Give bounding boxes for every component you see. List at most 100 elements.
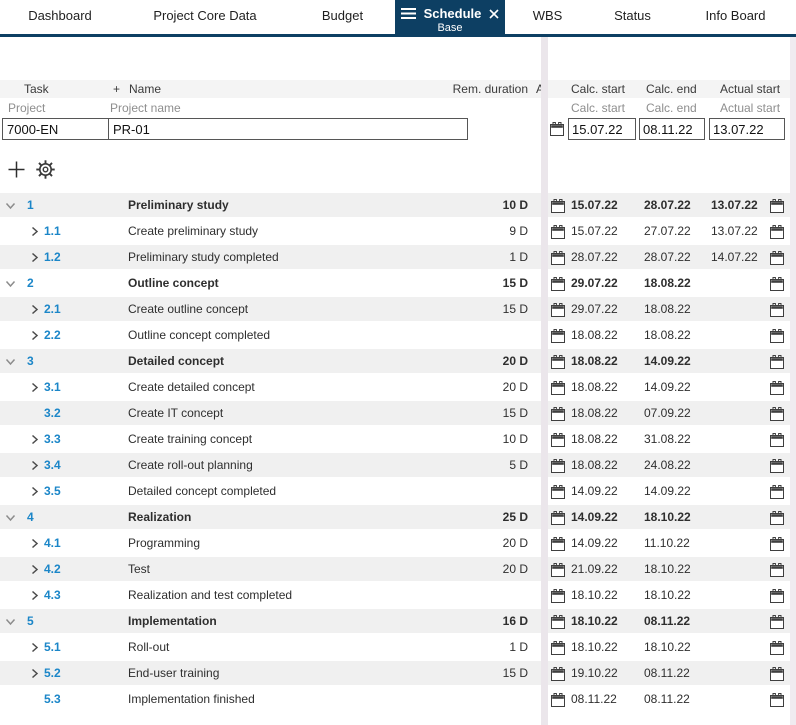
date-row[interactable]: 15.07.22 27.07.22 13.07.22 bbox=[548, 219, 790, 245]
project-calc-end-field[interactable] bbox=[639, 118, 705, 140]
task-row[interactable]: 5.3 Implementation finished bbox=[0, 687, 541, 713]
chevron-down-icon[interactable] bbox=[5, 618, 16, 626]
calendar-icon[interactable] bbox=[770, 563, 784, 577]
task-row[interactable]: 2 Outline concept 15 D bbox=[0, 271, 541, 297]
chevron-down-icon[interactable] bbox=[5, 514, 16, 522]
date-row[interactable]: 28.07.22 28.07.22 14.07.22 bbox=[548, 245, 790, 271]
chevron-right-icon[interactable] bbox=[31, 382, 39, 393]
chevron-right-icon[interactable] bbox=[31, 434, 39, 445]
calendar-icon[interactable] bbox=[551, 225, 565, 239]
tab-project-core-data[interactable]: Project Core Data bbox=[120, 0, 290, 34]
calendar-icon[interactable] bbox=[551, 459, 565, 473]
project-calc-start-field[interactable] bbox=[568, 118, 636, 140]
date-row[interactable]: 14.09.22 11.10.22 bbox=[548, 531, 790, 557]
task-row[interactable]: 1 Preliminary study 10 D bbox=[0, 193, 541, 219]
date-row[interactable]: 29.07.22 18.08.22 bbox=[548, 271, 790, 297]
date-row[interactable]: 18.08.22 24.08.22 bbox=[548, 453, 790, 479]
chevron-right-icon[interactable] bbox=[31, 668, 39, 679]
date-row[interactable]: 14.09.22 18.10.22 bbox=[548, 505, 790, 531]
project-id-field[interactable] bbox=[3, 119, 109, 139]
tab-wbs[interactable]: WBS bbox=[505, 0, 590, 34]
calendar-icon[interactable] bbox=[770, 355, 784, 369]
chevron-right-icon[interactable] bbox=[31, 460, 39, 471]
calendar-icon[interactable] bbox=[770, 407, 784, 421]
calendar-icon[interactable] bbox=[551, 615, 565, 629]
calendar-icon[interactable] bbox=[770, 225, 784, 239]
date-row[interactable]: 18.08.22 14.09.22 bbox=[548, 375, 790, 401]
calendar-icon[interactable] bbox=[551, 381, 565, 395]
task-row[interactable]: 2.2 Outline concept completed bbox=[0, 323, 541, 349]
date-row[interactable]: 14.09.22 14.09.22 bbox=[548, 479, 790, 505]
task-row[interactable]: 4.3 Realization and test completed bbox=[0, 583, 541, 609]
column-header-name[interactable]: Name bbox=[129, 80, 161, 98]
task-row[interactable]: 5 Implementation 16 D bbox=[0, 609, 541, 635]
task-row[interactable]: 3.3 Create training concept 10 D bbox=[0, 427, 541, 453]
task-row[interactable]: 5.1 Roll-out 1 D bbox=[0, 635, 541, 661]
calendar-icon[interactable] bbox=[551, 199, 565, 213]
calendar-icon[interactable] bbox=[551, 329, 565, 343]
date-row[interactable]: 18.08.22 18.08.22 bbox=[548, 323, 790, 349]
calendar-icon[interactable] bbox=[551, 537, 565, 551]
calendar-icon[interactable] bbox=[770, 329, 784, 343]
calendar-icon[interactable] bbox=[770, 589, 784, 603]
task-row[interactable]: 1.2 Preliminary study completed 1 D bbox=[0, 245, 541, 271]
chevron-right-icon[interactable] bbox=[31, 226, 39, 237]
task-row[interactable]: 3.2 Create IT concept 15 D bbox=[0, 401, 541, 427]
date-row[interactable]: 18.10.22 08.11.22 bbox=[548, 609, 790, 635]
chevron-right-icon[interactable] bbox=[31, 304, 39, 315]
calendar-icon[interactable] bbox=[551, 251, 565, 265]
tab-dashboard[interactable]: Dashboard bbox=[0, 0, 120, 34]
tab-schedule[interactable]: Schedule Base bbox=[395, 0, 505, 34]
task-row[interactable]: 3.1 Create detailed concept 20 D bbox=[0, 375, 541, 401]
menu-icon[interactable] bbox=[400, 8, 416, 19]
close-tab-icon[interactable] bbox=[489, 8, 499, 19]
calendar-icon[interactable] bbox=[551, 407, 565, 421]
calendar-icon[interactable] bbox=[551, 641, 565, 655]
calendar-icon[interactable] bbox=[770, 251, 784, 265]
date-row[interactable]: 08.11.22 08.11.22 bbox=[548, 687, 790, 713]
column-header-task[interactable]: Task bbox=[24, 80, 49, 98]
date-row[interactable]: 18.08.22 31.08.22 bbox=[548, 427, 790, 453]
chevron-down-icon[interactable] bbox=[5, 280, 16, 288]
date-row[interactable]: 18.08.22 07.09.22 bbox=[548, 401, 790, 427]
date-row[interactable]: 15.07.22 28.07.22 13.07.22 bbox=[548, 193, 790, 219]
calendar-icon[interactable] bbox=[770, 303, 784, 317]
task-row[interactable]: 3 Detailed concept 20 D bbox=[0, 349, 541, 375]
calendar-icon[interactable] bbox=[770, 511, 784, 525]
task-row[interactable]: 2.1 Create outline concept 15 D bbox=[0, 297, 541, 323]
calendar-icon[interactable] bbox=[551, 433, 565, 447]
calendar-icon[interactable] bbox=[551, 485, 565, 499]
chevron-right-icon[interactable] bbox=[31, 330, 39, 341]
calendar-icon[interactable] bbox=[551, 589, 565, 603]
task-row[interactable]: 5.2 End-user training 15 D bbox=[0, 661, 541, 687]
task-row[interactable]: 4.2 Test 20 D bbox=[0, 557, 541, 583]
task-row[interactable]: 4.1 Programming 20 D bbox=[0, 531, 541, 557]
settings-gear-button[interactable] bbox=[36, 160, 55, 179]
task-row[interactable]: 4 Realization 25 D bbox=[0, 505, 541, 531]
date-row[interactable]: 18.08.22 14.09.22 bbox=[548, 349, 790, 375]
calendar-icon[interactable] bbox=[770, 537, 784, 551]
calendar-icon[interactable] bbox=[551, 303, 565, 317]
calendar-icon[interactable] bbox=[770, 485, 784, 499]
date-row[interactable]: 18.10.22 18.10.22 bbox=[548, 583, 790, 609]
calendar-icon[interactable] bbox=[551, 511, 565, 525]
task-row[interactable]: 3.4 Create roll-out planning 5 D bbox=[0, 453, 541, 479]
vertical-scrollbar[interactable] bbox=[790, 37, 796, 725]
date-row[interactable]: 18.10.22 18.10.22 bbox=[548, 635, 790, 661]
task-row[interactable]: 1.1 Create preliminary study 9 D bbox=[0, 219, 541, 245]
column-header-calc-end[interactable]: Calc. end bbox=[646, 80, 697, 98]
calendar-icon[interactable] bbox=[770, 641, 784, 655]
column-header-rem-duration[interactable]: Rem. duration bbox=[453, 80, 528, 98]
tab-status[interactable]: Status bbox=[590, 0, 675, 34]
chevron-right-icon[interactable] bbox=[31, 590, 39, 601]
task-row[interactable]: 3.5 Detailed concept completed bbox=[0, 479, 541, 505]
date-row[interactable]: 29.07.22 18.08.22 bbox=[548, 297, 790, 323]
calendar-icon[interactable] bbox=[550, 122, 564, 136]
chevron-right-icon[interactable] bbox=[31, 486, 39, 497]
chevron-right-icon[interactable] bbox=[31, 564, 39, 575]
calendar-icon[interactable] bbox=[770, 277, 784, 291]
calendar-icon[interactable] bbox=[770, 199, 784, 213]
chevron-right-icon[interactable] bbox=[31, 642, 39, 653]
calendar-icon[interactable] bbox=[770, 459, 784, 473]
tab-budget[interactable]: Budget bbox=[290, 0, 395, 34]
